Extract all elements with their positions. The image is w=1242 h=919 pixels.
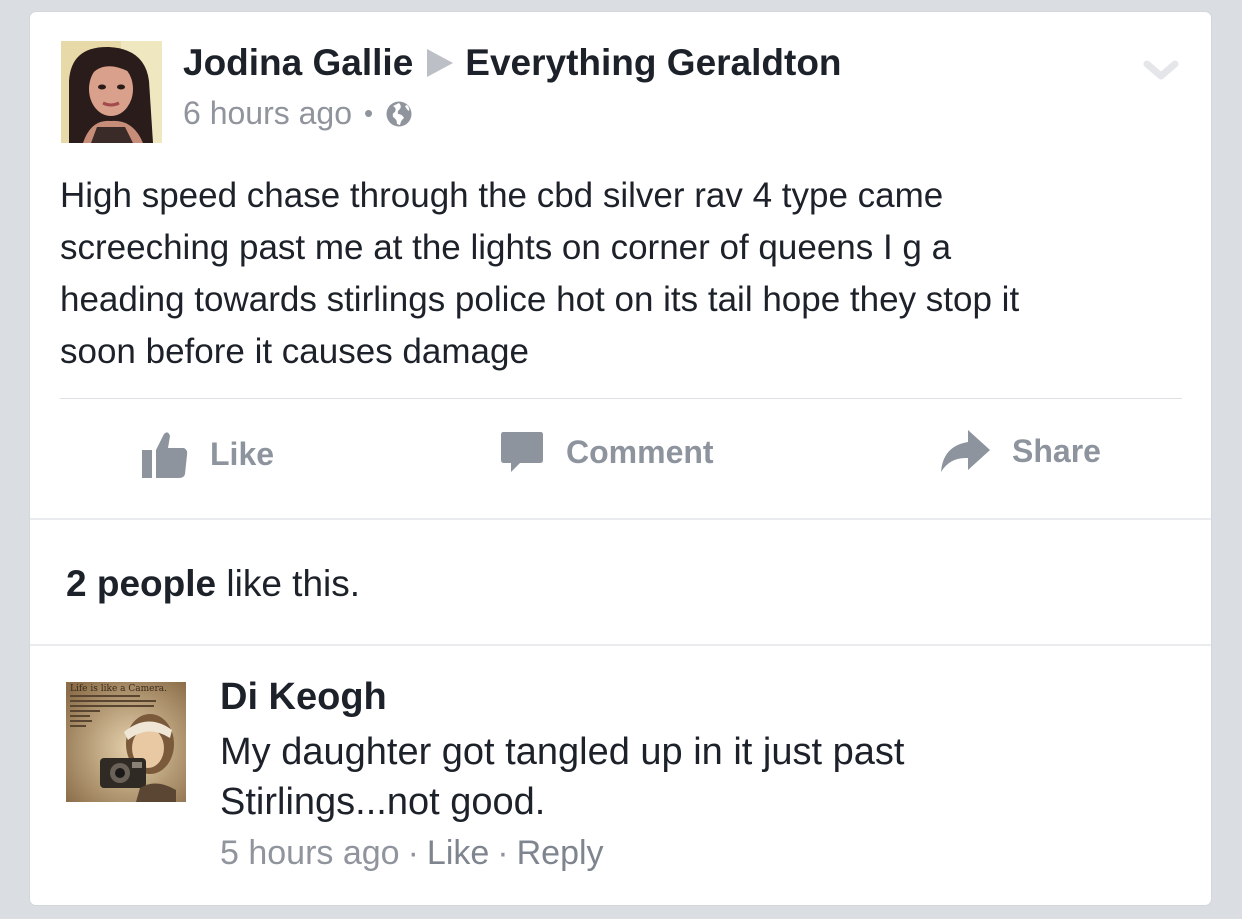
share-button[interactable]: Share <box>940 430 1101 472</box>
post-body: High speed chase through the cbd silver … <box>60 170 1190 378</box>
like-button[interactable]: Like <box>142 430 274 478</box>
like-label: Like <box>210 435 275 472</box>
comment-text-line: My daughter got tangled up in it just pa… <box>220 731 905 773</box>
likes-suffix: like this. <box>216 563 361 604</box>
commenter-avatar[interactable]: Life is like a Camera. <box>66 682 186 802</box>
comment-time[interactable]: 5 hours ago <box>220 834 400 872</box>
comment-button[interactable]: Comment <box>500 430 714 474</box>
divider <box>60 398 1182 399</box>
divider <box>30 518 1211 520</box>
comment-bubble-icon <box>501 432 543 472</box>
comment-label: Comment <box>566 433 714 470</box>
likes-count[interactable]: 2 people <box>66 563 216 604</box>
post-meta: 6 hours ago • <box>183 95 413 132</box>
comment-meta: 5 hours ago · Like · Reply <box>220 834 604 873</box>
post-text-line: screeching past me at the lights on corn… <box>60 228 952 267</box>
globe-icon <box>386 101 412 126</box>
arrow-right-icon <box>427 49 454 77</box>
avatar-caption-text: Life is like a Camera. <box>70 684 167 694</box>
commenter-name[interactable]: Di Keogh <box>220 676 387 719</box>
author-name[interactable]: Jodina Gallie <box>183 42 413 84</box>
post-text-line: High speed chase through the cbd silver … <box>60 176 944 215</box>
meta-separator: • <box>364 98 374 128</box>
chevron-down-icon[interactable] <box>1143 56 1179 86</box>
post-header: Jodina Gallie Everything Geraldton <box>183 42 842 84</box>
likes-summary[interactable]: 2 people like this. <box>66 563 360 605</box>
post-card: Jodina Gallie Everything Geraldton 6 hou… <box>30 12 1211 905</box>
share-label: Share <box>1012 432 1101 469</box>
divider <box>30 644 1211 646</box>
thumbs-up-icon <box>142 432 188 478</box>
comment-like-link[interactable]: Like <box>427 834 489 872</box>
share-arrow-icon <box>941 430 990 472</box>
comment-text-line: Stirlings...not good. <box>220 781 546 823</box>
meta-separator: · <box>407 834 419 872</box>
comment-reply-link[interactable]: Reply <box>517 834 604 872</box>
post-text-line: heading towards stirlings police hot on … <box>60 280 1020 319</box>
author-avatar[interactable] <box>61 41 162 143</box>
post-time[interactable]: 6 hours ago <box>183 95 352 132</box>
group-name[interactable]: Everything Geraldton <box>465 42 841 84</box>
comment-body: My daughter got tangled up in it just pa… <box>220 727 904 827</box>
meta-separator: · <box>497 834 509 872</box>
post-text-line: soon before it causes damage <box>60 332 529 371</box>
